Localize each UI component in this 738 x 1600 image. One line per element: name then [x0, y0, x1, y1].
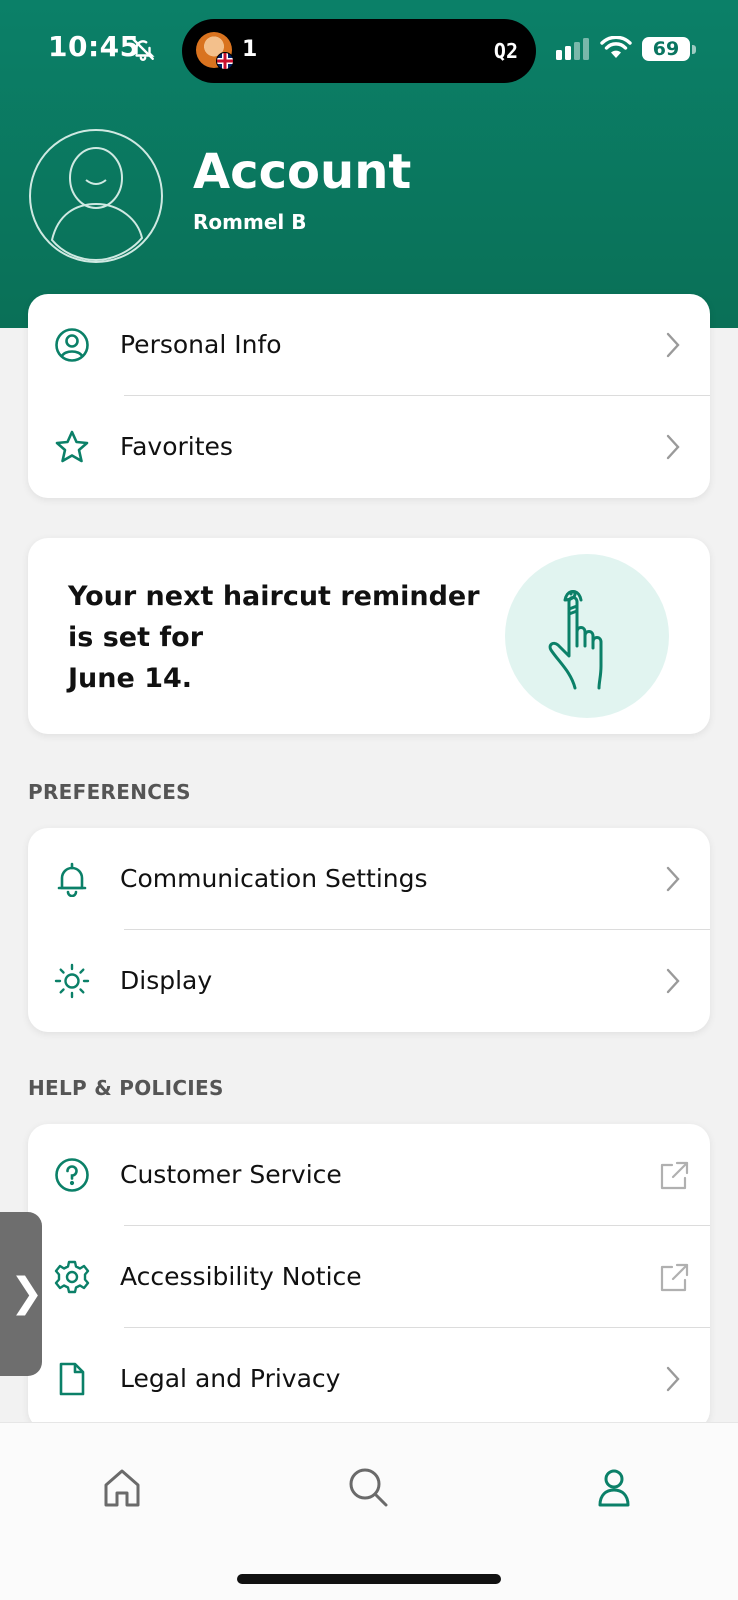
document-icon — [59, 1362, 85, 1396]
menu-item-accessibility-notice[interactable]: Accessibility Notice — [28, 1226, 710, 1328]
menu-item-favorites[interactable]: Favorites — [28, 396, 710, 498]
help-policies-card: Customer Service Accessibility Notice Le… — [28, 1124, 710, 1430]
menu-item-label: Personal Info — [120, 330, 282, 359]
menu-item-communication-settings[interactable]: Communication Settings — [28, 828, 710, 930]
chevron-right-icon — [666, 434, 680, 460]
menu-item-label: Customer Service — [120, 1160, 342, 1189]
chevron-right-icon — [666, 866, 680, 892]
menu-item-personal-info[interactable]: Personal Info — [28, 294, 710, 396]
chevron-right-icon — [666, 1366, 680, 1392]
gear-icon — [54, 1260, 90, 1294]
star-icon — [55, 430, 89, 463]
account-header: 10:45 1 Q2 69 Account Rommel B — [0, 0, 738, 328]
dynamic-island[interactable]: 1 Q2 — [182, 19, 536, 83]
preferences-card: Communication Settings Display — [28, 828, 710, 1032]
finger-string-icon — [548, 590, 603, 690]
menu-item-legal-privacy[interactable]: Legal and Privacy — [28, 1328, 710, 1430]
reminder-text: Your next haircut reminder is set for Ju… — [68, 576, 488, 699]
reminder-line-2: is set for — [68, 622, 204, 653]
battery-nub — [692, 45, 696, 54]
reminder-line-3: June 14. — [68, 663, 193, 694]
question-circle-icon — [55, 1158, 89, 1192]
sun-icon — [54, 963, 90, 999]
wifi-icon — [600, 36, 632, 58]
section-title-help-policies: HELP & POLICIES — [28, 1076, 224, 1100]
user-name: Rommel B — [193, 210, 307, 234]
uk-flag-icon — [216, 52, 234, 70]
haircut-reminder-card[interactable]: Your next haircut reminder is set for Ju… — [28, 538, 710, 734]
menu-item-label: Display — [120, 966, 213, 995]
external-link-icon — [660, 1263, 689, 1292]
section-title-preferences: PREFERENCES — [28, 780, 191, 804]
user-circle-icon — [55, 328, 89, 362]
island-label: Q2 — [493, 39, 518, 63]
home-indicator — [237, 1574, 501, 1584]
bell-off-icon — [132, 38, 155, 61]
reminder-illustration — [505, 554, 669, 718]
menu-item-label: Communication Settings — [120, 864, 428, 893]
external-link-icon — [660, 1161, 689, 1190]
battery-indicator: 69 — [642, 37, 690, 61]
cellular-signal-icon — [556, 38, 589, 60]
status-time: 10:45 — [48, 30, 140, 63]
menu-item-label: Accessibility Notice — [120, 1262, 362, 1291]
reminder-line-1: Your next haircut reminder — [68, 581, 480, 612]
chevron-right-icon — [666, 332, 680, 358]
page-title: Account — [193, 144, 412, 200]
bell-icon — [57, 862, 87, 897]
chevron-right-icon — [666, 968, 680, 994]
account-menu-card: Personal Info Favorites — [28, 294, 710, 498]
menu-item-label: Favorites — [120, 432, 233, 461]
menu-item-display[interactable]: Display — [28, 930, 710, 1032]
island-count: 1 — [242, 37, 258, 62]
chevron-right-icon: ❯ — [10, 1270, 44, 1316]
menu-item-customer-service[interactable]: Customer Service — [28, 1124, 710, 1226]
account-icon[interactable] — [590, 1463, 638, 1511]
home-icon[interactable] — [98, 1463, 146, 1511]
menu-item-label: Legal and Privacy — [120, 1364, 341, 1393]
assistive-side-tab[interactable]: ❯ — [0, 1212, 44, 1376]
profile-avatar-icon[interactable] — [28, 128, 164, 264]
search-icon[interactable] — [344, 1463, 392, 1511]
